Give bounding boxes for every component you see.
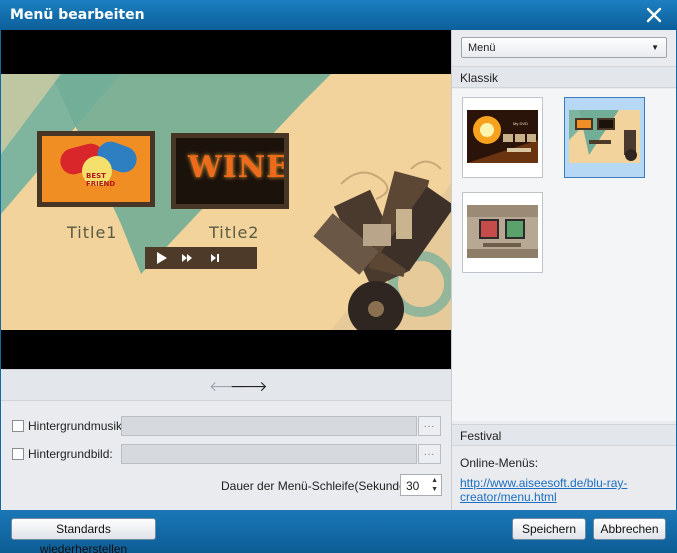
classic-section-label: Klassik: [460, 71, 499, 85]
skip-next-icon[interactable]: [209, 252, 221, 264]
background-music-path-field: [121, 416, 417, 436]
title1-label: Title1: [67, 223, 118, 242]
background-music-browse-button: ...: [418, 416, 441, 436]
menu-loop-duration-value: 30: [406, 479, 420, 493]
spinner-arrows-icon[interactable]: ▲ ▼: [431, 476, 438, 494]
menu-preview: BEST FRIEND WINE Title1 Title2: [1, 30, 451, 369]
menu-loop-duration-label: Dauer der Menü-Schleife(Sekunde):: [221, 479, 414, 493]
cancel-button[interactable]: Abbrechen: [593, 518, 666, 540]
background-music-label: Hintergrundmusik:: [28, 419, 126, 433]
preview-page-navigation: 🡐 🡒: [1, 369, 451, 401]
template-thumbnail-2[interactable]: [564, 97, 645, 178]
playback-controls: [145, 247, 257, 269]
play-icon[interactable]: [155, 251, 169, 265]
template-thumbnail-3[interactable]: [462, 192, 543, 273]
background-image-checkbox[interactable]: [12, 448, 24, 460]
menu-type-dropdown-value: Menü: [468, 42, 496, 54]
close-icon[interactable]: [645, 6, 663, 24]
template-list: My DVD: [452, 89, 676, 421]
festival-section-header[interactable]: Festival: [452, 424, 676, 446]
menu-loop-duration-spinner[interactable]: 30 ▲ ▼: [400, 474, 442, 496]
background-image-browse-button: ...: [418, 444, 441, 464]
chevron-down-icon: ▼: [651, 43, 659, 52]
classic-section-header[interactable]: Klassik: [452, 66, 676, 88]
online-menus-link[interactable]: http://www.aiseesoft.de/blu-ray-creator/…: [460, 476, 660, 504]
title2-label: Title2: [209, 223, 260, 242]
menu-preview-scene: BEST FRIEND WINE Title1 Title2: [1, 74, 451, 330]
dialog-footer: Standards wiederherstellen Speichern Abb…: [0, 510, 677, 553]
background-image-path-field: [121, 444, 417, 464]
festival-section-label: Festival: [460, 429, 502, 443]
title2-thumbnail-text: WINE: [188, 150, 284, 185]
next-page-arrow-icon[interactable]: 🡒: [230, 378, 268, 395]
restore-defaults-button[interactable]: Standards wiederherstellen: [11, 518, 156, 553]
menu-type-dropdown[interactable]: Menü ▼: [461, 37, 667, 58]
template-1-caption: My DVD: [513, 121, 528, 126]
background-image-label: Hintergrundbild:: [28, 447, 113, 461]
online-menus-label: Online-Menüs:: [460, 456, 539, 470]
template-thumbnail-1[interactable]: My DVD: [462, 97, 543, 178]
title1-thumbnail-text: BEST FRIEND: [86, 172, 116, 188]
template-panel: Menü ▼ Klassik My DVD Festival Online-Me…: [451, 30, 676, 510]
dialog-body: BEST FRIEND WINE Title1 Title2 🡐 🡒 Hinte…: [1, 30, 676, 510]
window-title: Menü bearbeiten: [10, 7, 145, 23]
save-button[interactable]: Speichern: [512, 518, 586, 540]
background-music-checkbox[interactable]: [12, 420, 24, 432]
menu-settings: Hintergrundmusik: ... Hintergrundbild: .…: [1, 402, 451, 510]
title2-thumbnail[interactable]: WINE: [171, 133, 289, 209]
title-bar: Menü bearbeiten: [0, 0, 677, 30]
title1-thumbnail[interactable]: BEST FRIEND: [37, 131, 155, 207]
fast-forward-icon[interactable]: [181, 252, 195, 264]
